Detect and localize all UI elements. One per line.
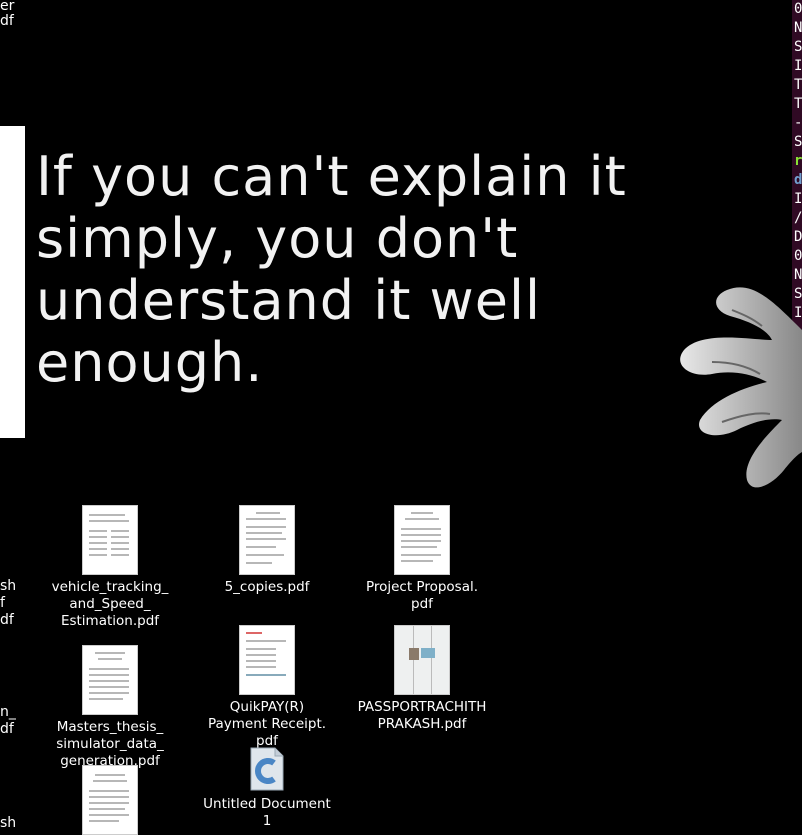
terminal-line: D xyxy=(794,229,802,245)
desktop-icon-vehicle-tracking-pdf[interactable]: vehicle_tracking_ and_Speed_ Estimation.… xyxy=(40,505,180,630)
terminal-line: r xyxy=(794,153,802,169)
edge-label-mid-3: df xyxy=(0,612,14,628)
desktop-icon-label: PASSPORTRACHITH PRAKASH.pdf xyxy=(357,699,487,732)
wallpaper-hand-image xyxy=(680,287,802,488)
edge-label-mid-2: f xyxy=(0,595,5,611)
edge-label-top-1: er xyxy=(0,0,15,14)
terminal-line: I xyxy=(794,58,802,74)
terminal-line: N xyxy=(794,20,802,36)
wallpaper-white-bar xyxy=(0,126,25,438)
terminal-line: / xyxy=(794,210,802,226)
edge-label-low-1: n_ xyxy=(0,704,16,720)
desktop-icon-label: Masters_thesis_ simulator_data_ generati… xyxy=(56,719,164,769)
desktop-icon-masters-thesis-pdf[interactable]: Masters_thesis_ simulator_data_ generati… xyxy=(40,645,180,770)
text-document-icon xyxy=(247,746,287,792)
terminal-line: d xyxy=(794,172,802,188)
terminal-line: - xyxy=(794,115,802,131)
desktop-icon-quikpay-receipt-pdf[interactable]: QuikPAY(R) Payment Receipt. pdf xyxy=(197,625,337,750)
terminal-line: 0 xyxy=(794,1,802,17)
pdf-file-icon xyxy=(82,765,138,835)
terminal-line: S xyxy=(794,39,802,55)
desktop-icon-label: QuikPAY(R) Payment Receipt. pdf xyxy=(207,699,327,749)
desktop-icon-untitled-document[interactable]: Untitled Document 1 xyxy=(197,746,337,830)
pdf-file-icon xyxy=(239,625,295,695)
desktop-icon-project-proposal-pdf[interactable]: Project Proposal. pdf xyxy=(352,505,492,613)
desktop-icon-label: vehicle_tracking_ and_Speed_ Estimation.… xyxy=(51,579,169,629)
desktop-icon-label: 5_copies.pdf xyxy=(224,579,310,595)
pdf-file-icon xyxy=(82,505,138,575)
desktop-icon-label: Untitled Document 1 xyxy=(203,796,331,829)
pdf-file-icon xyxy=(82,645,138,715)
edge-label-low-2: df xyxy=(0,721,14,737)
pdf-file-icon xyxy=(239,505,295,575)
desktop-icon-5-copies-pdf[interactable]: 5_copies.pdf xyxy=(197,505,337,596)
edge-label-top-2: df xyxy=(0,13,14,29)
terminal-line: I xyxy=(794,191,802,207)
edge-label-mid-1: sh xyxy=(0,578,17,594)
wallpaper-quote: If you can't explain it simply, you don'… xyxy=(36,145,627,394)
edge-label-bot-1: sh xyxy=(0,815,17,831)
desktop-icon-label: Project Proposal. pdf xyxy=(365,579,479,612)
terminal-line: 0 xyxy=(794,248,802,264)
desktop-icon-passport-pdf[interactable]: PASSPORTRACHITH PRAKASH.pdf xyxy=(352,625,492,733)
pdf-file-icon xyxy=(394,625,450,695)
desktop-icon-pdf-partial[interactable] xyxy=(40,765,180,835)
terminal-line: S xyxy=(794,134,802,150)
terminal-line: T xyxy=(794,96,802,112)
terminal-line: T xyxy=(794,77,802,93)
pdf-file-icon xyxy=(394,505,450,575)
